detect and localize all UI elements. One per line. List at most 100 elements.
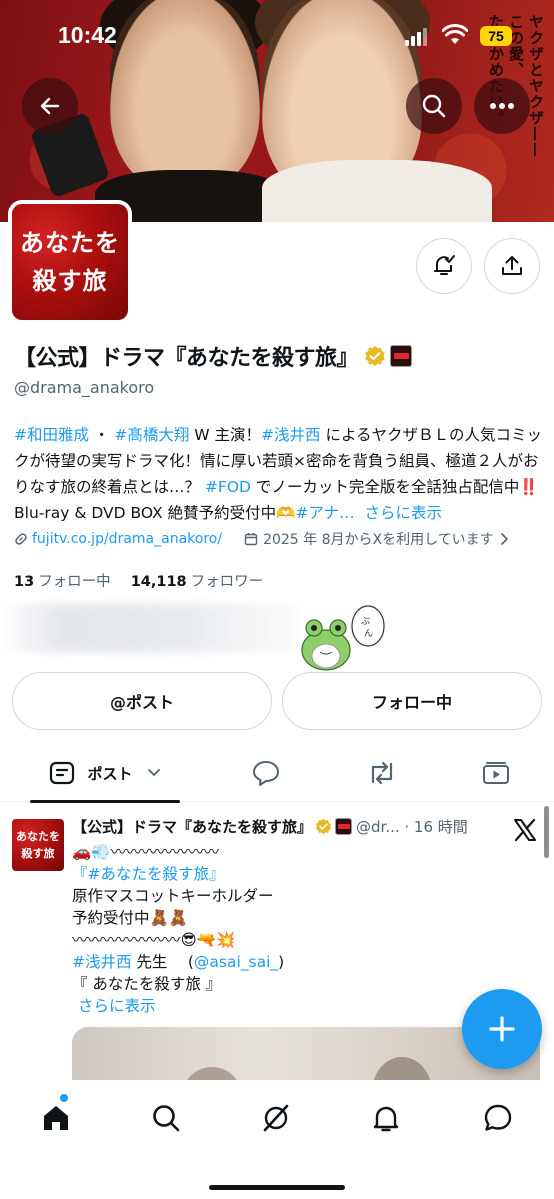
post-hashtag-link[interactable]: #浅井西	[72, 953, 132, 971]
following-count-link[interactable]: 13 フォロー中	[14, 570, 111, 591]
post-line: 〰〰〰〰〰〰〰😎🔫💥	[72, 931, 236, 949]
verified-badge-icon[interactable]	[364, 345, 386, 367]
post-line: #浅井西 先生 (@asai_sai_)	[72, 951, 284, 973]
status-time: 10:42	[58, 22, 117, 48]
tab-reposts[interactable]	[352, 744, 412, 802]
bell-check-icon	[434, 255, 455, 275]
post-handle-time: @dr... · 16 時間	[356, 818, 468, 836]
bottom-navigation	[0, 1080, 554, 1199]
battery-indicator: 75	[480, 26, 512, 46]
profile-name-row: 【公式】ドラマ『あなたを殺す旅』	[14, 340, 413, 372]
media-play-icon	[483, 762, 509, 784]
nav-messages[interactable]	[478, 1098, 518, 1138]
follow-counts: 13 フォロー中 14,118 フォロワー	[14, 570, 283, 591]
profile-website-link[interactable]: fujitv.co.jp/drama_anakoro/	[32, 531, 222, 547]
share-icon	[502, 256, 522, 275]
bell-icon	[373, 1106, 399, 1132]
followers-label: フォロワー	[190, 574, 264, 590]
profile-avatar[interactable]: あなたを 殺す旅	[8, 200, 132, 324]
nav-notifications[interactable]	[366, 1098, 406, 1138]
calendar-icon	[244, 533, 258, 546]
followers-count: 14,118	[130, 574, 187, 590]
notifications-toggle-button[interactable]	[416, 238, 472, 294]
profile-tabs: ポスト	[0, 744, 554, 803]
banner-suit-right	[262, 160, 492, 222]
post-line: 予約受付中🧸🧸	[72, 909, 189, 927]
followers-count-link[interactable]: 14,118 フォロワー	[131, 570, 263, 591]
tab-posts[interactable]: ポスト	[30, 744, 180, 803]
nav-home[interactable]	[36, 1098, 76, 1138]
hashtag-link[interactable]: #髙橋大翔	[114, 426, 189, 444]
tab-replies[interactable]	[236, 744, 296, 802]
verified-badge-icon	[315, 818, 332, 835]
avatar-logo-line: あなたを	[20, 228, 120, 257]
following-button[interactable]: フォロー中	[282, 672, 542, 730]
post-text: 先生 (	[131, 953, 194, 971]
chevron-down-icon[interactable]	[147, 768, 161, 778]
hashtag-link[interactable]: #FOD	[205, 478, 251, 496]
back-button[interactable]	[22, 78, 78, 134]
affiliate-badge-icon	[335, 818, 353, 835]
affiliate-badge-icon[interactable]	[390, 345, 413, 367]
home-indicator	[209, 1185, 345, 1190]
post-line: 原作マスコットキーホルダー	[72, 887, 274, 905]
link-icon	[15, 533, 27, 545]
search-icon	[422, 94, 446, 118]
grok-icon	[263, 1104, 289, 1132]
avatar-logo: あなたを 殺す旅	[12, 204, 128, 320]
following-count: 13	[14, 574, 35, 590]
post-body: 🚗💨〰〰〰〰〰〰〰 『#あなたを殺す旅』 原作マスコットキーホルダー 予約受付中…	[72, 841, 284, 1017]
cellular-signal-icon	[405, 28, 429, 46]
post-header: 【公式】ドラマ『あなたを殺す旅』 @dr... · 16 時間	[72, 816, 468, 837]
post-line: 🚗💨〰〰〰〰〰〰〰	[72, 843, 220, 861]
post-mention-link[interactable]: @asai_sai_	[194, 953, 278, 971]
post-author-avatar[interactable]: あなたを 殺す旅	[12, 819, 64, 871]
hashtag-link[interactable]: #和田雅成	[14, 426, 89, 444]
post-avatar-line: 殺す旅	[21, 847, 55, 860]
bio-text: W 主演！	[189, 426, 262, 444]
tab-posts-label: ポスト	[87, 764, 133, 783]
nav-grok[interactable]	[256, 1098, 296, 1138]
home-icon	[44, 1106, 68, 1130]
search-icon	[153, 1105, 180, 1132]
message-bubble-icon	[484, 1104, 512, 1131]
nav-search[interactable]	[146, 1098, 186, 1138]
post-avatar-line: あなたを	[16, 830, 60, 843]
svg-text:ぷ: ぷ	[361, 616, 370, 627]
hashtag-link[interactable]: #浅井西	[261, 426, 321, 444]
home-unread-dot	[60, 1094, 68, 1102]
profile-joined-date[interactable]: 2025 年 8月からXを利用しています	[263, 529, 494, 549]
hashtag-link[interactable]: #アナ…	[295, 504, 354, 522]
post-text: )	[278, 953, 285, 971]
post-show-more-link[interactable]: さらに表示	[78, 995, 284, 1017]
posts-list-icon	[50, 761, 75, 785]
more-options-button[interactable]	[474, 78, 530, 134]
bio-show-more-link[interactable]: さらに表示	[364, 504, 442, 522]
tab-media[interactable]	[466, 744, 526, 802]
arrow-left-icon	[40, 97, 60, 115]
x-logo-icon	[514, 818, 536, 842]
frog-mascot-icon: ぷ ん	[301, 605, 385, 671]
blurred-followers-preview	[0, 604, 300, 652]
compose-post-button[interactable]	[462, 989, 542, 1069]
post-author-name[interactable]: 【公式】ドラマ『あなたを殺す旅』	[72, 816, 312, 837]
repost-icon	[371, 761, 393, 785]
search-button[interactable]	[406, 78, 462, 134]
post-line: 『 あなたを殺す旅 』	[72, 975, 222, 993]
chevron-right-icon	[500, 533, 508, 545]
more-dots-icon	[490, 103, 514, 109]
post-hashtag-link[interactable]: 『#あなたを殺す旅』	[72, 863, 284, 885]
profile-bio: #和田雅成 ・ #髙橋大翔 W 主演！#浅井西 によるヤクザＢＬの人気コミックが…	[14, 422, 542, 526]
profile-meta: fujitv.co.jp/drama_anakoro/ 2025 年 8月からX…	[14, 529, 508, 549]
reply-bubble-icon	[253, 761, 279, 786]
svg-text:ん: ん	[364, 628, 373, 639]
profile-name: 【公式】ドラマ『あなたを殺す旅』	[14, 346, 359, 371]
bio-text: ・	[89, 426, 115, 444]
mention-post-button[interactable]: @ポスト	[12, 672, 272, 730]
status-bar: 10:42 75	[0, 0, 554, 70]
following-label: フォロー中	[38, 574, 111, 590]
share-button[interactable]	[484, 238, 540, 294]
profile-handle: @drama_anakoro	[14, 378, 155, 397]
wifi-icon	[442, 24, 468, 44]
scrollbar[interactable]	[544, 806, 549, 858]
